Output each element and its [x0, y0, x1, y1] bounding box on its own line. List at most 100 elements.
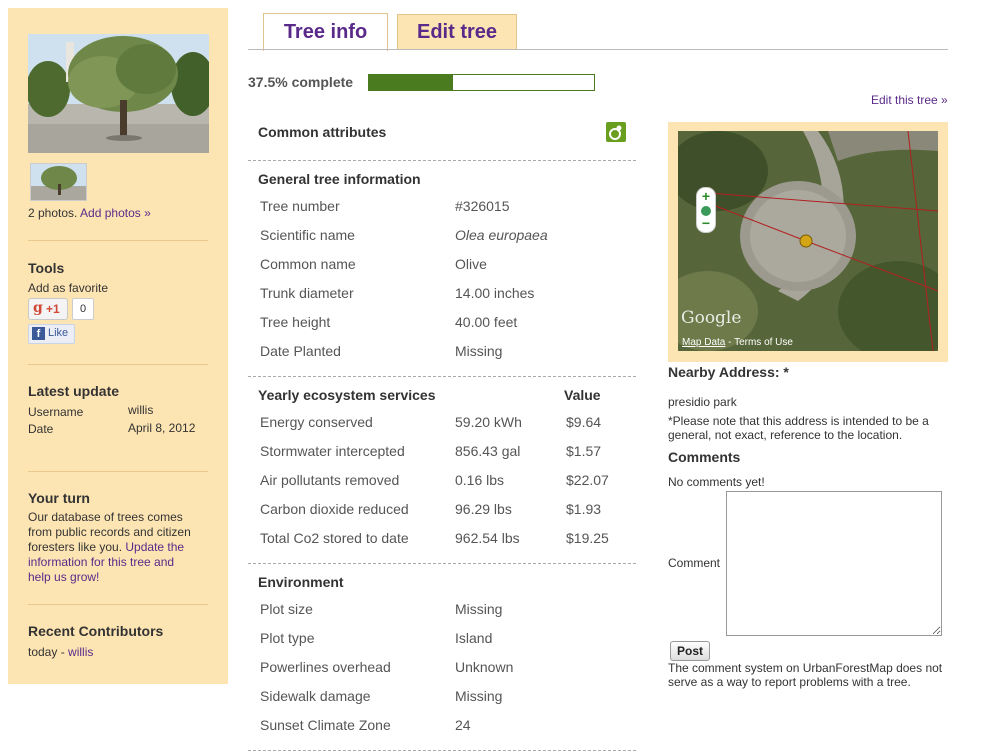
section-divider: [248, 750, 636, 751]
photos-info: 2 photos. Add photos »: [28, 206, 151, 220]
ecosystem-heading: Yearly ecosystem services: [258, 387, 436, 403]
tab-divider: [248, 49, 948, 50]
edit-tree-link[interactable]: Edit this tree »: [871, 93, 948, 107]
attr-value: 14.00 inches: [455, 285, 535, 301]
tools-heading: Tools: [28, 260, 65, 276]
eco-value: $19.25: [566, 530, 609, 546]
eco-amount: 856.43 gal: [455, 443, 521, 459]
env-label: Powerlines overhead: [260, 659, 391, 675]
eco-amount: 0.16 lbs: [455, 472, 505, 488]
your-turn-heading: Your turn: [28, 490, 90, 506]
section-divider: [248, 160, 636, 161]
attr-label: Tree height: [260, 314, 331, 330]
progress-fill: [369, 75, 454, 90]
attr-label: Common name: [260, 256, 356, 272]
google-plus-one-button[interactable]: g +1: [28, 298, 68, 320]
section-divider: [248, 376, 636, 377]
map-zoom-control: + −: [696, 187, 716, 233]
attr-value: Olea europaea: [455, 227, 548, 243]
google-plus-icon: g: [33, 300, 43, 316]
your-turn-text: Our database of trees comes from public …: [28, 510, 191, 584]
attr-label: Tree number: [260, 198, 340, 214]
google-plus-count: 0: [72, 298, 94, 320]
update-tree-link-end[interactable]: help us grow!: [28, 570, 99, 584]
attr-label: Trunk diameter: [260, 285, 354, 301]
recent-contributor: today - willis: [28, 645, 94, 659]
env-value: Island: [455, 630, 493, 646]
eco-amount: 962.54 lbs: [455, 530, 520, 546]
eco-label: Total Co2 stored to date: [260, 530, 409, 546]
env-label: Sidewalk damage: [260, 688, 371, 704]
username-label: Username: [28, 405, 84, 419]
eco-value: $9.64: [566, 414, 602, 430]
comment-textarea[interactable]: [726, 491, 942, 636]
photos-count: 2 photos.: [28, 206, 78, 220]
eco-amount: 96.29 lbs: [455, 501, 512, 517]
add-photos-link[interactable]: Add photos »: [80, 206, 151, 220]
tree-photo[interactable]: [28, 34, 209, 153]
eco-value: $22.07: [566, 472, 609, 488]
tree-attribute-icon: [606, 122, 626, 142]
facebook-like-button[interactable]: f Like: [28, 324, 75, 344]
env-value: Missing: [455, 688, 503, 704]
address-note: *Please note that this address is intend…: [668, 414, 929, 442]
attr-label: Scientific name: [260, 227, 355, 243]
env-value: Unknown: [455, 659, 514, 675]
env-label: Plot size: [260, 601, 313, 617]
eco-label: Carbon dioxide reduced: [260, 501, 409, 517]
nearby-address-heading: Nearby Address: *: [668, 364, 789, 380]
date-value: April 8, 2012: [128, 421, 196, 435]
update-tree-link-cont[interactable]: information for this tree and: [28, 555, 174, 569]
attr-value: Olive: [455, 256, 487, 272]
nearby-address-value: presidio park: [668, 395, 737, 409]
eco-value: $1.57: [566, 443, 602, 459]
progress-label: 37.5% complete: [248, 74, 354, 90]
env-label: Sunset Climate Zone: [260, 717, 391, 733]
map-data-link[interactable]: Map Data: [682, 337, 725, 348]
comment-disclaimer: The comment system on UrbanForestMap doe…: [668, 661, 943, 689]
post-button[interactable]: Post: [670, 641, 710, 661]
common-attributes-heading: Common attributes: [258, 124, 387, 140]
map-attribution: Map Data - Terms of Use: [682, 337, 793, 348]
tab-edit-tree[interactable]: Edit tree: [397, 14, 517, 49]
sidebar: 2 photos. Add photos » Tools Add as favo…: [8, 8, 228, 684]
zoom-in-button[interactable]: +: [697, 189, 715, 203]
attr-value: Missing: [455, 343, 503, 359]
tree-location-map[interactable]: + − Google Map Data - Terms of Use: [678, 131, 938, 351]
sidebar-divider: [28, 240, 208, 241]
tab-tree-info[interactable]: Tree info: [263, 13, 388, 51]
no-comments-text: No comments yet!: [668, 475, 765, 489]
attr-value: 40.00 feet: [455, 314, 518, 330]
env-value: 24: [455, 717, 471, 733]
tree-photo-thumbnail[interactable]: [30, 163, 87, 201]
progress-bar: [368, 74, 595, 91]
section-divider: [248, 563, 636, 564]
eco-label: Energy conserved: [260, 414, 373, 430]
eco-label: Air pollutants removed: [260, 472, 400, 488]
sidebar-divider: [28, 471, 208, 472]
comment-label: Comment: [668, 556, 721, 570]
env-label: Plot type: [260, 630, 315, 646]
sidebar-divider: [28, 604, 208, 605]
recent-contributors-heading: Recent Contributors: [28, 623, 164, 639]
google-logo: Google: [681, 308, 742, 328]
add-favorite-link[interactable]: Add as favorite: [28, 281, 108, 295]
ecosystem-value-heading: Value: [564, 387, 601, 403]
update-tree-link[interactable]: Update the: [125, 540, 184, 554]
date-label: Date: [28, 422, 54, 436]
eco-value: $1.93: [566, 501, 602, 517]
attr-value: #326015: [455, 198, 510, 214]
username-link[interactable]: willis: [128, 403, 153, 417]
facebook-icon: f: [32, 327, 45, 340]
sidebar-divider: [28, 364, 208, 365]
latest-update-heading: Latest update: [28, 383, 120, 399]
environment-heading: Environment: [258, 574, 344, 590]
env-value: Missing: [455, 601, 503, 617]
zoom-out-button[interactable]: −: [697, 216, 715, 230]
general-info-heading: General tree information: [258, 171, 421, 187]
recent-contributor-link[interactable]: willis: [68, 645, 93, 659]
eco-label: Stormwater intercepted: [260, 443, 405, 459]
comments-heading: Comments: [668, 449, 741, 465]
eco-amount: 59.20 kWh: [455, 414, 522, 430]
attr-label: Date Planted: [260, 343, 341, 359]
